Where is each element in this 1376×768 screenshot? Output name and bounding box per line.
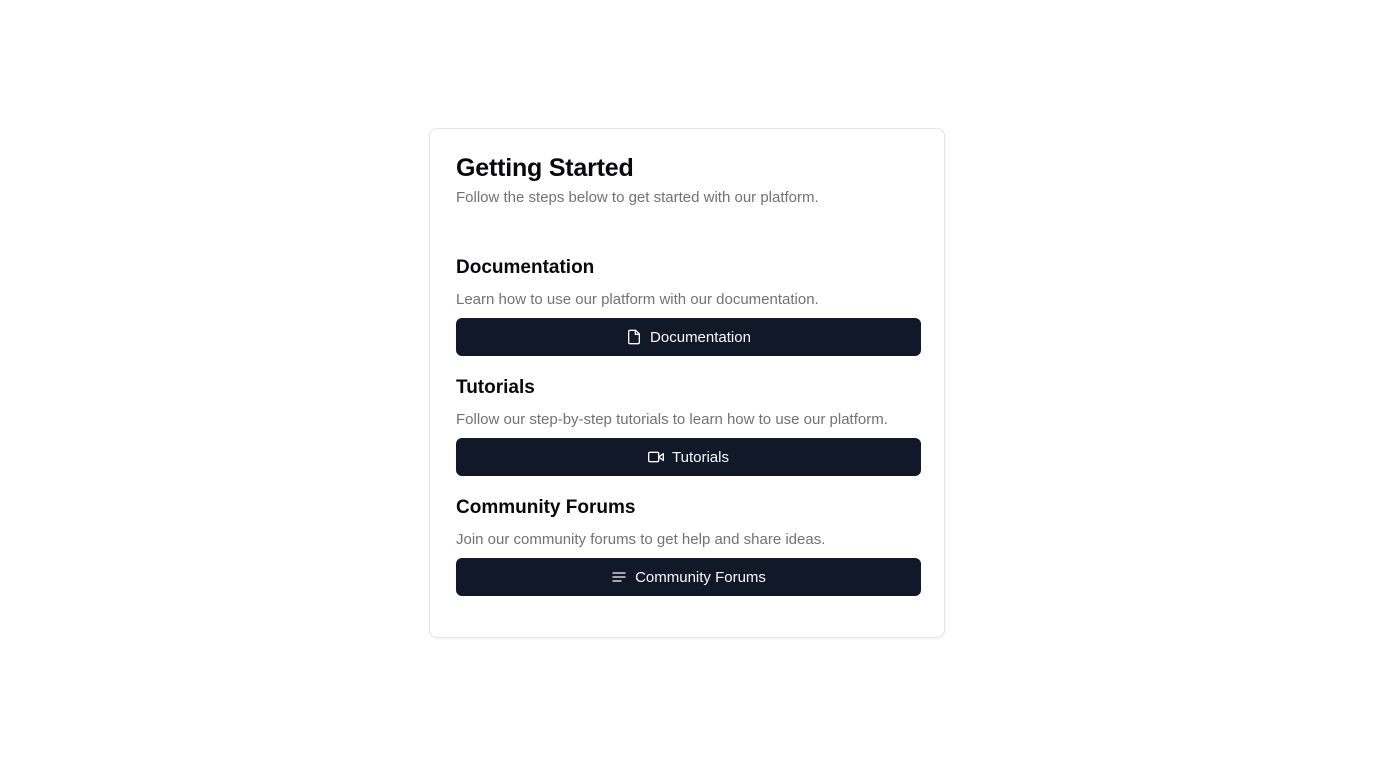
section-title: Documentation — [456, 257, 595, 278]
button-label: Tutorials — [672, 448, 729, 466]
section-title: Tutorials — [456, 377, 535, 398]
card-title: Getting Started — [456, 154, 634, 182]
tutorials-button[interactable]: Tutorials — [456, 438, 921, 476]
section-community-forums: Community Forums Join our community foru… — [456, 496, 921, 596]
button-label: Community Forums — [635, 568, 766, 586]
section-documentation: Documentation Learn how to use our platf… — [456, 256, 921, 356]
text-lines-icon — [611, 569, 627, 585]
getting-started-card: Getting Started Follow the steps below t… — [429, 128, 945, 638]
section-title: Community Forums — [456, 497, 636, 518]
section-tutorials: Tutorials Follow our step-by-step tutori… — [456, 376, 921, 476]
section-description: Follow our step-by-step tutorials to lea… — [456, 411, 888, 428]
documentation-button[interactable]: Documentation — [456, 318, 921, 356]
section-description: Join our community forums to get help an… — [456, 531, 826, 548]
card-subtitle: Follow the steps below to get started wi… — [456, 189, 819, 206]
sections-list: Documentation Learn how to use our platf… — [456, 256, 921, 596]
section-description: Learn how to use our platform with our d… — [456, 291, 819, 308]
video-icon — [648, 449, 665, 465]
button-label: Documentation — [650, 328, 751, 346]
community-forums-button[interactable]: Community Forums — [456, 558, 921, 596]
file-icon — [626, 329, 642, 345]
